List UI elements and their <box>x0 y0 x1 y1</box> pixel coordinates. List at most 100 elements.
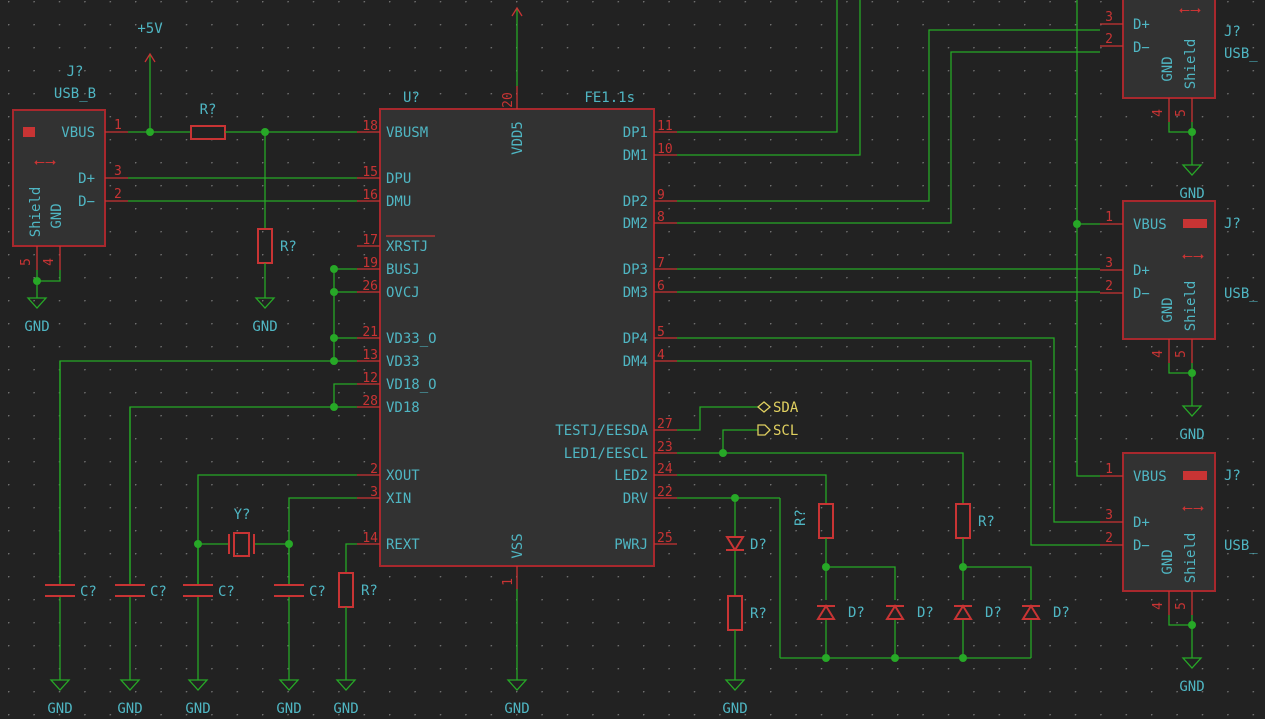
resistor-ref: R? <box>200 102 217 118</box>
usb-b-pin-number: 5 <box>19 258 34 266</box>
hub-pin-number: 23 <box>657 440 673 455</box>
usb-a-gnd-name: GND <box>1160 549 1176 574</box>
usb-a-pin-name: D− <box>1133 40 1150 56</box>
hub-pin-name: VD18 <box>386 400 420 416</box>
usb-a-pin-number: 4 <box>1151 350 1166 358</box>
hub-pin-number: 16 <box>362 188 378 203</box>
junction-dot <box>1188 621 1196 629</box>
capacitor-ref: C? <box>218 584 235 600</box>
usb-a-pin-number: 5 <box>1174 602 1189 610</box>
hub-pin-number: 5 <box>657 325 665 340</box>
hub-pin-name: DRV <box>623 491 649 507</box>
junction-dot <box>959 654 967 662</box>
hub-pin-name: DP4 <box>623 331 648 347</box>
hub-pin-name: VD33_O <box>386 331 437 347</box>
usb-b-shield-name: Shield <box>28 187 44 238</box>
ground-label: GND <box>1179 427 1204 443</box>
ground-label: GND <box>185 701 210 717</box>
hub-pin-number: 17 <box>362 233 378 248</box>
usb-a-pin-number: 5 <box>1174 109 1189 117</box>
usb-a-port-icon <box>1183 219 1207 228</box>
usb-b-ref: J? <box>67 64 84 80</box>
usb-b-pin-number: 3 <box>114 164 122 179</box>
hub-pin-name: LED2 <box>614 468 648 484</box>
capacitor-ref: C? <box>80 584 97 600</box>
junction-dot <box>1188 369 1196 377</box>
usb-a-shield-name: Shield <box>1183 533 1199 584</box>
hub-pin-number: 9 <box>657 188 665 203</box>
hub-pin-name: DM3 <box>623 285 648 301</box>
usb-b-pin-name: VBUS <box>61 125 95 141</box>
hub-pin-name: BUSJ <box>386 262 420 278</box>
hub-pin-number: 27 <box>657 417 673 432</box>
hub-pin-name: VDD5 <box>510 121 526 155</box>
hub-pin-number: 11 <box>657 119 673 134</box>
junction-dot <box>330 265 338 273</box>
hub-pin-name: LED1/EESCL <box>564 446 648 462</box>
ground-label: GND <box>333 701 358 717</box>
hub-pin-number: 12 <box>362 371 378 386</box>
junction-dot <box>822 654 830 662</box>
diode-ref: D? <box>1053 605 1070 621</box>
hub-ic-ref: U? <box>403 90 420 106</box>
usb-b-pin-number: 2 <box>114 187 122 202</box>
hub-pin-number: 8 <box>657 210 665 225</box>
hub-pin-number: 28 <box>362 394 378 409</box>
schematic-canvas[interactable]: U? FE1.1s18 VBUSM15 DPU16 DMU17 XRSTJ19 BUSJ26… <box>0 0 1265 719</box>
hub-pin-name: DM1 <box>623 148 648 164</box>
hub-pin-number: 15 <box>362 165 378 180</box>
usb-b-gnd-name: GND <box>49 203 65 228</box>
usb-b-pin-number: 4 <box>42 258 57 266</box>
usb-a-pin-number: 4 <box>1151 602 1166 610</box>
hub-pin-name: DP2 <box>623 194 648 210</box>
usb-logo-icon: ⭠⭢ <box>1182 248 1204 264</box>
hub-pin-number: 26 <box>362 279 378 294</box>
diode-ref: D? <box>985 605 1002 621</box>
hub-pin-name: DM2 <box>623 216 648 232</box>
usb-logo-icon: ⭠⭢ <box>1182 500 1204 516</box>
hub-pin-name: XOUT <box>386 468 420 484</box>
usb-a-port-icon <box>1183 471 1207 480</box>
usb-a-pin-name: D− <box>1133 286 1150 302</box>
hub-pin-number: 6 <box>657 279 665 294</box>
hub-pin-name: VD18_O <box>386 377 437 393</box>
resistor-ref: R? <box>750 606 767 622</box>
junction-dot <box>330 288 338 296</box>
hub-pin-number: 20 <box>501 92 516 108</box>
hub-pin-name: VSS <box>510 533 526 558</box>
usb-a-pin-name: D+ <box>1133 263 1150 279</box>
hub-pin-name: DP3 <box>623 262 648 278</box>
usb-a-pin-number: 1 <box>1105 462 1113 477</box>
usb-a-pin-number: 2 <box>1105 279 1113 294</box>
hub-pin-name: DPU <box>386 171 411 187</box>
hub-pin-name: OVCJ <box>386 285 420 301</box>
usb-a-value: USB_ <box>1224 286 1258 302</box>
usb-a-shield-name: Shield <box>1183 39 1199 90</box>
usb-a-ref: J? <box>1224 216 1241 232</box>
hub-pin-name: XIN <box>386 491 411 507</box>
usb-a-pin-name: VBUS <box>1133 217 1167 233</box>
hub-pin-number: 13 <box>362 348 378 363</box>
resistor-ref: R? <box>793 509 809 526</box>
usb-a-pin-number: 5 <box>1174 350 1189 358</box>
resistor-ref: R? <box>280 239 297 255</box>
ground-label: GND <box>24 319 49 335</box>
usb-b-port-icon <box>23 127 35 137</box>
hub-pin-name: REXT <box>386 537 420 553</box>
junction-dot <box>891 654 899 662</box>
hub-pin-name: DMU <box>386 194 411 210</box>
usb-a-gnd-name: GND <box>1160 297 1176 322</box>
usb-a-pin-number: 2 <box>1105 531 1113 546</box>
hub-pin-number: 4 <box>657 348 665 363</box>
hub-pin-number: 21 <box>362 325 378 340</box>
usb-a-ref: J? <box>1224 468 1241 484</box>
junction-dot <box>330 334 338 342</box>
usb-logo-icon: ⭠⭢ <box>34 154 56 170</box>
capacitor-ref: C? <box>309 584 326 600</box>
hub-pin-number: 1 <box>501 578 516 586</box>
usb-a-pin-name: D+ <box>1133 515 1150 531</box>
usb-a-shield-name: Shield <box>1183 281 1199 332</box>
hub-pin-number: 25 <box>657 531 673 546</box>
usb-logo-icon: ⭠⭢ <box>1179 2 1201 18</box>
usb-a-pin-number: 1 <box>1105 210 1113 225</box>
